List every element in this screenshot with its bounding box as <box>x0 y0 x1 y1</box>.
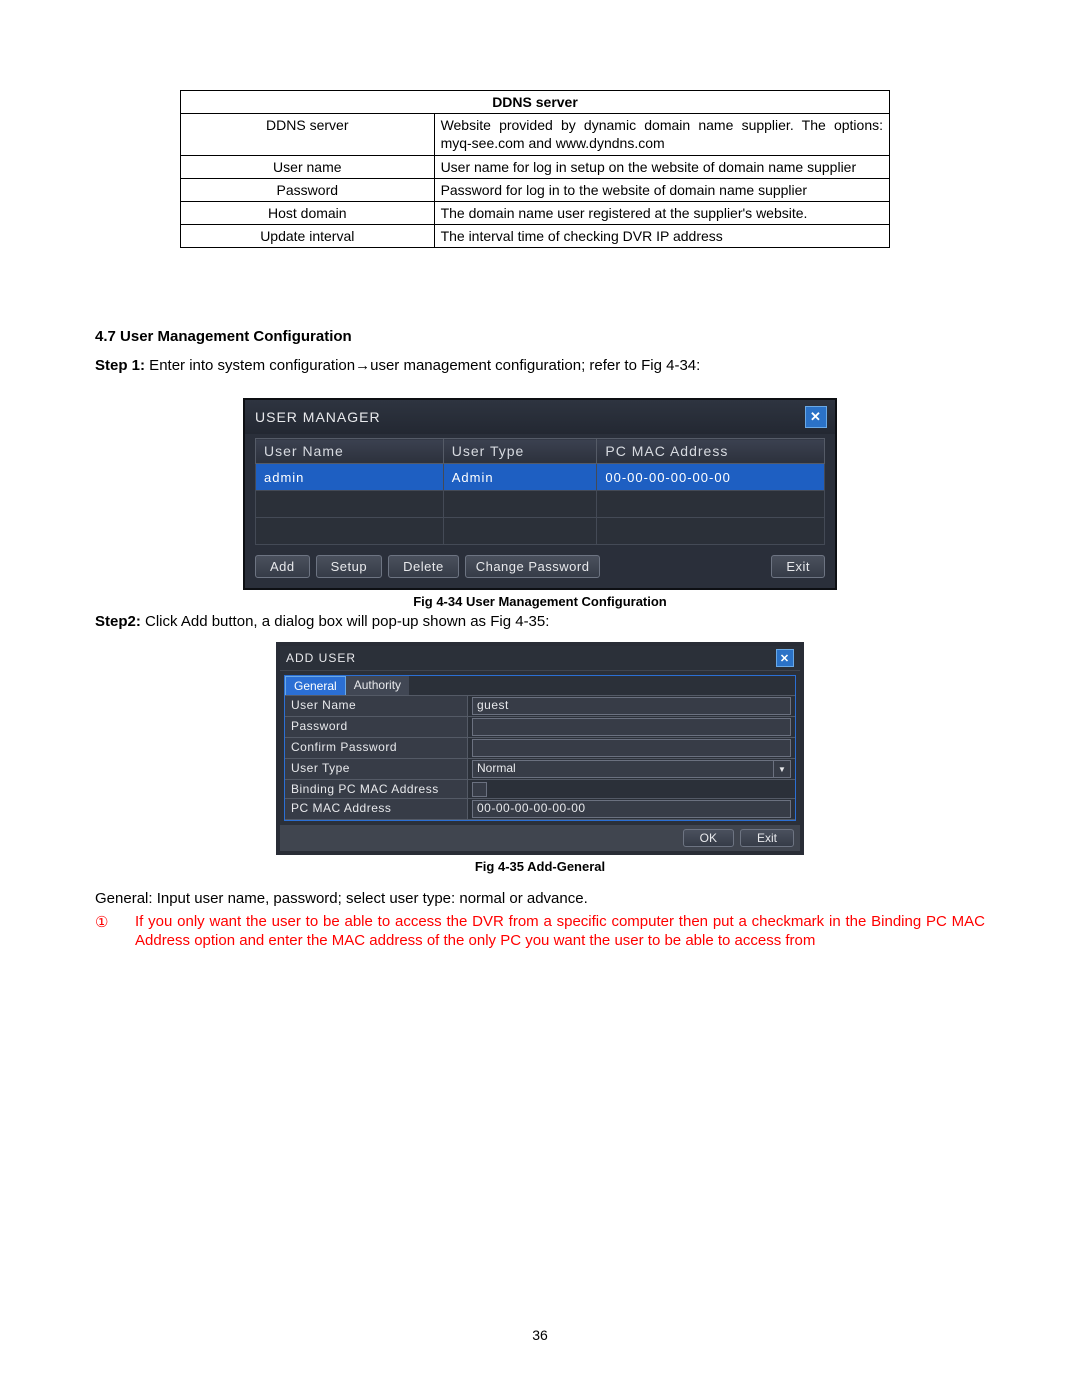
user-name-label: User Name <box>285 696 468 716</box>
note-text: If you only want the user to be able to … <box>135 913 985 950</box>
fig-434-caption: Fig 4-34 User Management Configuration <box>95 594 985 609</box>
user-type-select[interactable]: Normal <box>472 760 774 778</box>
ddns-table-header: DDNS server <box>181 91 890 114</box>
note-block: ① If you only want the user to be able t… <box>95 913 985 950</box>
ddns-server-table: DDNS server DDNS server Website provided… <box>180 90 890 248</box>
table-row <box>256 491 825 518</box>
section-heading: 4.7 User Management Configuration <box>95 328 985 345</box>
ddns-row-desc: Password for log in to the website of do… <box>434 178 889 201</box>
step1-label: Step 1: <box>95 357 145 374</box>
add-user-window: ADD USER ✕ General Authority User Name g… <box>276 642 804 855</box>
ddns-row-desc: The domain name user registered at the s… <box>434 201 889 224</box>
binding-mac-label: Binding PC MAC Address <box>285 780 468 798</box>
binding-mac-checkbox[interactable] <box>472 782 487 797</box>
exit-button[interactable]: Exit <box>771 555 825 578</box>
step2-text: Click Add button, a dialog box will pop-… <box>141 613 550 630</box>
user-manager-window: USER MANAGER ✕ User Name User Type PC MA… <box>243 398 837 590</box>
pc-mac-input[interactable]: 00-00-00-00-00-00 <box>472 800 791 818</box>
ok-button[interactable]: OK <box>683 829 734 847</box>
password-input[interactable] <box>472 718 791 736</box>
step2-label: Step2: <box>95 613 141 630</box>
page-number: 36 <box>0 1327 1080 1343</box>
user-manager-table: User Name User Type PC MAC Address admin… <box>255 438 825 545</box>
password-label: Password <box>285 717 468 737</box>
delete-button[interactable]: Delete <box>388 555 459 578</box>
confirm-password-input[interactable] <box>472 739 791 757</box>
tab-authority[interactable]: Authority <box>346 676 410 695</box>
ddns-row-desc: The interval time of checking DVR IP add… <box>434 225 889 248</box>
exit-button[interactable]: Exit <box>740 829 794 847</box>
cell-user-type: Admin <box>443 464 597 491</box>
table-row[interactable]: admin Admin 00-00-00-00-00-00 <box>256 464 825 491</box>
ddns-row-desc: Website provided by dynamic domain name … <box>434 114 889 155</box>
cell-pc-mac: 00-00-00-00-00-00 <box>597 464 825 491</box>
close-icon[interactable]: ✕ <box>776 649 794 667</box>
ddns-row-label: Host domain <box>181 201 435 224</box>
column-user-type: User Type <box>443 439 597 464</box>
add-button[interactable]: Add <box>255 555 310 578</box>
user-manager-title: USER MANAGER <box>255 409 381 425</box>
general-instruction: General: Input user name, password; sele… <box>95 890 985 907</box>
fig-435-caption: Fig 4-35 Add-General <box>95 859 985 874</box>
pc-mac-label: PC MAC Address <box>285 799 468 819</box>
column-user-name: User Name <box>256 439 444 464</box>
cell-user-name: admin <box>256 464 444 491</box>
confirm-password-label: Confirm Password <box>285 738 468 758</box>
ddns-row-label: Password <box>181 178 435 201</box>
user-name-input[interactable]: guest <box>472 697 791 715</box>
ddns-row-desc: User name for log in setup on the websit… <box>434 155 889 178</box>
ddns-row-label: Update interval <box>181 225 435 248</box>
tab-general[interactable]: General <box>285 676 346 695</box>
step2-line: Step2: Click Add button, a dialog box wi… <box>95 613 985 630</box>
step1-text: Enter into system configuration→user man… <box>145 357 700 374</box>
ddns-row-label: User name <box>181 155 435 178</box>
close-icon[interactable]: ✕ <box>805 406 827 428</box>
chevron-down-icon[interactable]: ▼ <box>774 760 791 778</box>
table-row <box>256 518 825 545</box>
change-password-button[interactable]: Change Password <box>465 555 601 578</box>
step1-line: Step 1: Enter into system configuration→… <box>95 357 985 374</box>
add-user-title: ADD USER <box>286 651 356 665</box>
column-pc-mac: PC MAC Address <box>597 439 825 464</box>
setup-button[interactable]: Setup <box>316 555 382 578</box>
note-number: ① <box>95 913 135 950</box>
user-type-label: User Type <box>285 759 468 779</box>
ddns-row-label: DDNS server <box>181 114 435 155</box>
